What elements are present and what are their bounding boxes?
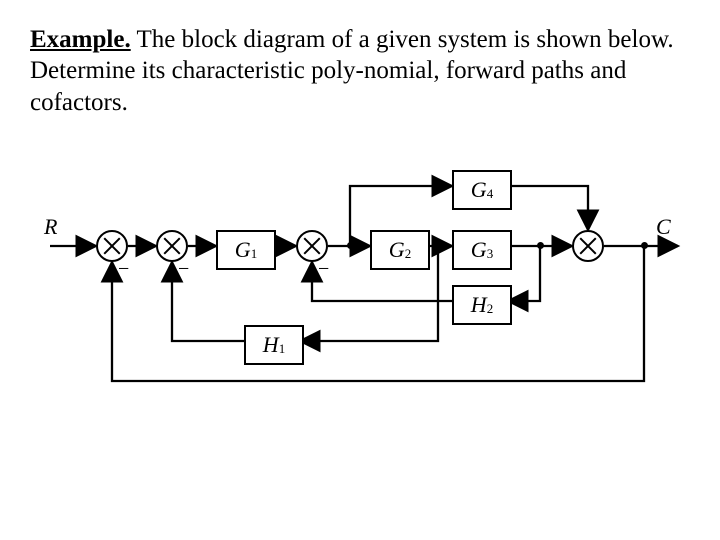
node-out-branch: [641, 242, 648, 249]
h2-sym: H: [471, 292, 487, 318]
h2-sub: 2: [487, 301, 494, 317]
example-caption: Example. The block diagram of a given sy…: [30, 24, 690, 118]
block-h2: H2: [452, 285, 512, 325]
h1-sym: H: [263, 332, 279, 358]
g1-sym: G: [235, 237, 251, 263]
g2-sym: G: [389, 237, 405, 263]
node-g4-branch: [347, 242, 354, 249]
g1-sub: 1: [251, 246, 258, 262]
g2-sub: 2: [405, 246, 412, 262]
block-diagram: G1 G2 G3 G4 H2 H1 R C − − −: [30, 146, 690, 406]
caption-lead: Example.: [30, 26, 131, 53]
block-h1: H1: [244, 325, 304, 365]
g4-sub: 4: [487, 186, 494, 202]
g3-sym: G: [471, 237, 487, 263]
sum-4: [572, 230, 604, 262]
g4-sym: G: [471, 177, 487, 203]
minus-s3: −: [318, 258, 329, 281]
minus-s1: −: [118, 258, 129, 281]
g3-sub: 3: [487, 246, 494, 262]
node-h1-branch: [435, 242, 442, 249]
block-g1: G1: [216, 230, 276, 270]
label-c: C: [656, 214, 671, 240]
block-g3: G3: [452, 230, 512, 270]
h1-sub: 1: [279, 341, 286, 357]
label-r: R: [44, 214, 57, 240]
node-h2-branch: [537, 242, 544, 249]
block-g2: G2: [370, 230, 430, 270]
block-g4: G4: [452, 170, 512, 210]
minus-s2: −: [178, 258, 189, 281]
